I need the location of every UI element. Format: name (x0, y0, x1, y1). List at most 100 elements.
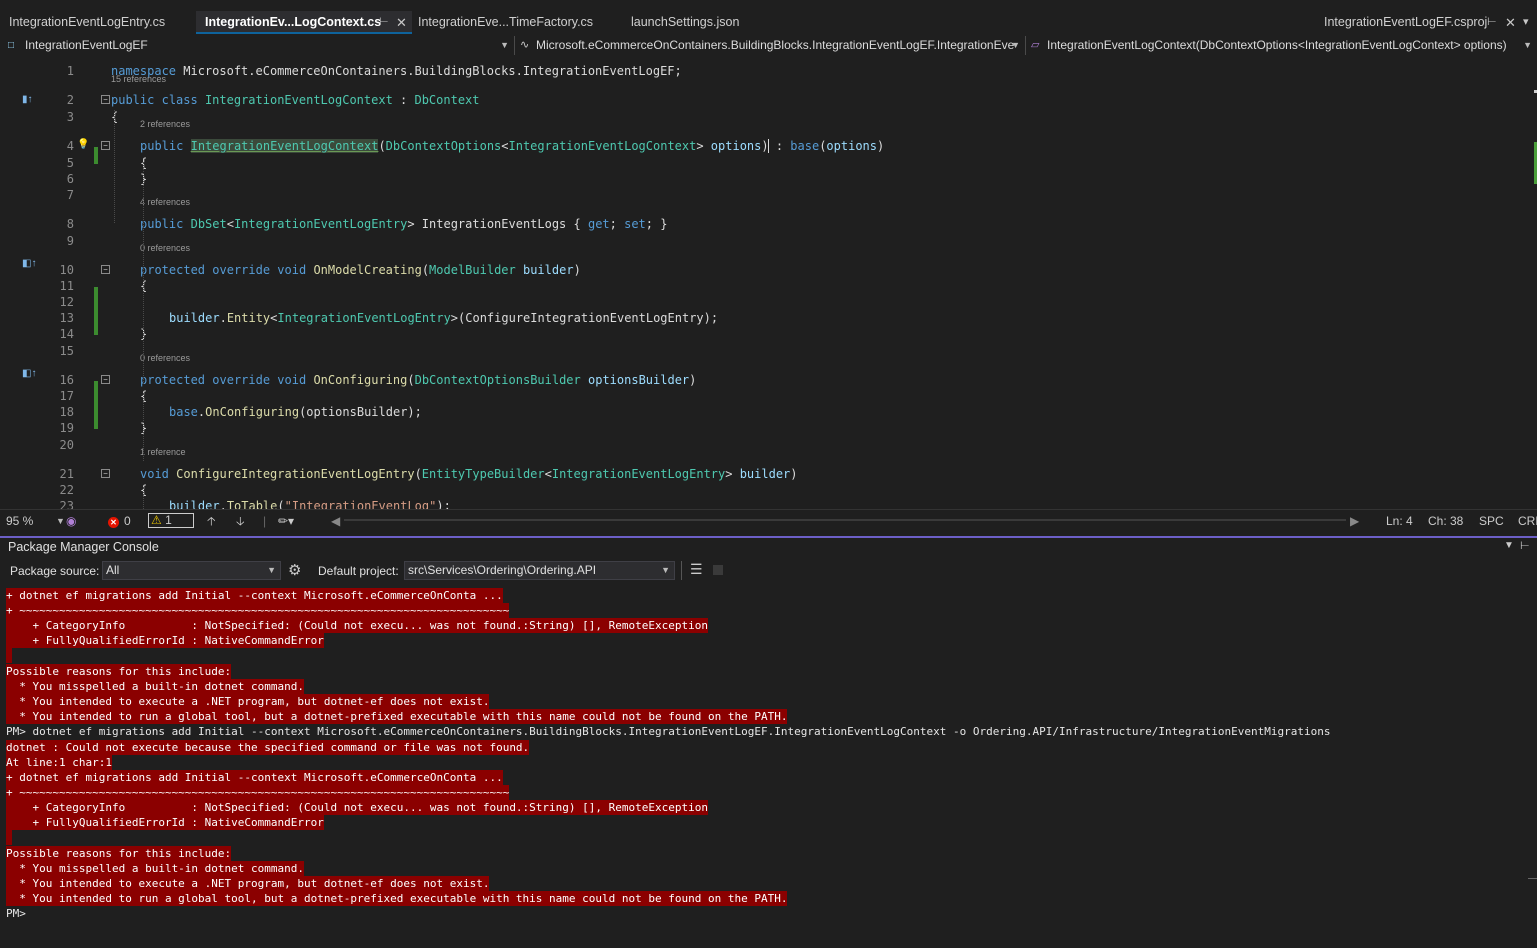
tab-label: IntegrationEve...TimeFactory.cs (418, 15, 594, 29)
code-line[interactable]: 17{ (0, 388, 1537, 404)
lightbulb-icon[interactable]: 💡 (77, 139, 92, 151)
project-dropdown[interactable]: □ IntegrationEventLogEF ▼ (6, 36, 512, 55)
code-line[interactable]: 11{ (0, 278, 1537, 294)
collapse-icon[interactable]: − (101, 141, 110, 150)
code-line[interactable]: 9 (0, 233, 1537, 249)
whitespace-indicator[interactable]: SPC (1479, 513, 1504, 529)
console-error-line: * You intended to run a global tool, but… (6, 709, 788, 724)
tab-integration-event-time-factory[interactable]: IntegrationEve...TimeFactory.cs (409, 11, 623, 34)
code-token: > (696, 139, 711, 153)
member-dropdown[interactable]: ▱ IntegrationEventLogContext(DbContextOp… (1029, 36, 1535, 55)
copilot-icon[interactable]: ◉ (66, 513, 76, 529)
collapse-icon[interactable]: − (101, 265, 110, 274)
change-indicator (94, 381, 98, 429)
code-token: ; } (645, 217, 668, 231)
member-name: IntegrationEventLogContext(DbContextOpti… (1047, 38, 1507, 52)
close-icon[interactable]: ✕ (1505, 11, 1516, 34)
code-token: IntegrationEventLogContext (204, 93, 393, 107)
tab-launch-settings[interactable]: launchSettings.json (622, 11, 777, 34)
scroll-left-icon[interactable]: ◀ (331, 513, 340, 529)
code-token: ( (378, 139, 386, 153)
console-error-line: + FullyQualifiedErrorId : NativeCommandE… (6, 633, 324, 648)
settings-icon[interactable]: ⚙ (288, 561, 301, 579)
brush-icon[interactable]: ✏▾ (278, 513, 294, 529)
code-line[interactable]: 6} (0, 171, 1537, 187)
error-count[interactable]: 0 (124, 513, 131, 529)
code-lens-references[interactable]: 2 references (140, 119, 190, 129)
code-token: ToTable (226, 499, 278, 509)
scroll-right-icon[interactable]: ▶ (1350, 513, 1359, 529)
chevron-down-icon[interactable]: ▾ (1523, 11, 1529, 34)
console-command-line: PM> dotnet ef migrations add Initial --c… (6, 725, 1331, 738)
console-output[interactable]: + dotnet ef migrations add Initial --con… (0, 586, 1537, 948)
code-line[interactable]: 12 (0, 294, 1537, 310)
package-source-dropdown[interactable]: All ▼ (102, 561, 281, 580)
code-line[interactable]: 3{ (0, 109, 1537, 125)
code-line[interactable]: 5{ (0, 155, 1537, 171)
code-line[interactable]: 1 namespace Microsoft.eCommerceOnContaine… (0, 63, 1537, 79)
code-token: builder (169, 311, 220, 325)
stop-icon[interactable] (713, 565, 723, 575)
text-caret (768, 139, 769, 153)
code-line[interactable]: 13 builder.Entity<IntegrationEventLogEntr… (0, 310, 1537, 326)
arrow-down-icon[interactable]: 🡣 (236, 513, 245, 529)
status-separator: | (263, 514, 267, 528)
line-indicator[interactable]: Ln: 4 (1386, 513, 1413, 529)
line-number: 12 (59, 295, 74, 309)
char-indicator[interactable]: Ch: 38 (1428, 513, 1463, 529)
code-token: override (212, 373, 271, 387)
zoom-dropdown[interactable]: 95 % ▼ (6, 513, 65, 529)
code-line[interactable]: 2 public class IntegrationEventLogContext… (0, 92, 1537, 108)
implements-icon[interactable]: ▮↑ (22, 94, 37, 106)
code-line[interactable]: 19} (0, 420, 1537, 436)
code-line[interactable]: 7 (0, 187, 1537, 203)
type-dropdown[interactable]: ∿ Microsoft.eCommerceOnContainers.Buildi… (518, 36, 1023, 55)
code-lens-references[interactable]: 15 references (111, 74, 166, 84)
navigation-bar: □ IntegrationEventLogEF ▼ ∿ Microsoft.eC… (0, 34, 1537, 57)
tab-integration-event-log-entry[interactable]: IntegrationEventLogEntry.cs (0, 11, 196, 34)
code-line[interactable]: 18 base.OnConfiguring(optionsBuilder); (0, 404, 1537, 420)
clear-console-icon[interactable]: ☰ (690, 561, 703, 578)
override-icon[interactable]: ◧↑ (22, 258, 37, 270)
code-text: protected override void OnConfiguring(Db… (140, 372, 696, 388)
code-token: < (501, 139, 509, 153)
collapse-icon[interactable]: − (101, 469, 110, 478)
console-error-line: + dotnet ef migrations add Initial --con… (6, 588, 503, 603)
default-project-dropdown[interactable]: src\Services\Ordering\Ordering.API ▼ (404, 561, 675, 580)
horizontal-scrollbar[interactable] (344, 519, 1346, 521)
code-lens-references[interactable]: 4 references (140, 197, 190, 207)
code-token: ConfigureIntegrationEventLogEntry (176, 467, 415, 481)
warning-counter[interactable]: ⚠ 1 (148, 513, 194, 528)
tab-integration-event-log-context[interactable]: IntegrationEv...LogContext.cs ⊢ ✕ (196, 11, 412, 34)
arrow-up-icon[interactable]: 🡡 (207, 513, 216, 529)
code-line[interactable]: 16 protected override void OnConfiguring(… (0, 372, 1537, 388)
pin-icon[interactable]: ⊢ (379, 11, 389, 34)
tab-integration-event-log-ef-csproj[interactable]: IntegrationEventLogEF.csproj ⊢ ✕ ▾ (1315, 11, 1537, 34)
code-token: override (212, 263, 271, 277)
code-line[interactable]: 14} (0, 326, 1537, 342)
code-token: options (826, 139, 877, 153)
code-lens-references[interactable]: 0 references (140, 243, 190, 253)
close-icon[interactable]: ✕ (396, 11, 407, 34)
pin-icon[interactable]: ⊢ (1520, 539, 1530, 552)
code-line[interactable]: 15 (0, 343, 1537, 359)
code-editor[interactable]: 1 namespace Microsoft.eCommerceOnContaine… (0, 56, 1537, 509)
code-line[interactable]: 20 (0, 437, 1537, 453)
pin-icon[interactable]: ⊢ (1487, 11, 1497, 34)
code-token: > (725, 467, 740, 481)
code-lens-references[interactable]: 0 references (140, 353, 190, 363)
code-line[interactable]: 10 protected override void OnModelCreatin… (0, 262, 1537, 278)
code-line[interactable]: 23 builder.ToTable("IntegrationEventLog")… (0, 498, 1537, 509)
line-ending-indicator[interactable]: CRL (1518, 513, 1537, 529)
code-line[interactable]: 22{ (0, 482, 1537, 498)
code-line[interactable]: 21 void ConfigureIntegrationEventLogEntry… (0, 466, 1537, 482)
collapse-icon[interactable]: − (101, 375, 110, 384)
console-scroll-marker[interactable] (1528, 878, 1537, 879)
line-number: 17 (59, 389, 74, 403)
code-lens-references[interactable]: 1 reference (140, 447, 186, 457)
override-icon[interactable]: ◧↑ (22, 368, 37, 380)
code-line[interactable]: 8 public DbSet<IntegrationEventLogEntry> … (0, 216, 1537, 232)
collapse-icon[interactable]: − (101, 95, 110, 104)
chevron-down-icon[interactable]: ▼ (1504, 540, 1514, 551)
code-text: public IntegrationEventLogContext(DbCont… (140, 138, 884, 154)
